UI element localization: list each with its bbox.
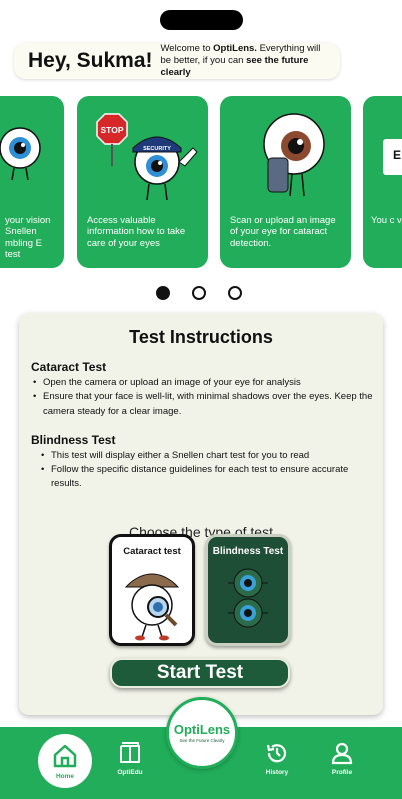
cataract-test-label: Cataract test — [123, 546, 181, 557]
cataract-test-option[interactable]: Cataract test — [109, 534, 195, 646]
carousel-pagination — [156, 286, 242, 300]
detective-eye-icon — [124, 573, 180, 641]
feature-carousel[interactable]: your vision Snellen mbling E test STOP S… — [0, 96, 402, 268]
home-icon — [53, 744, 77, 768]
profile-icon — [331, 742, 353, 765]
blindness-test-option[interactable]: Blindness Test — [205, 534, 291, 646]
carousel-card-cataract-scan[interactable]: Scan or upload an image of your eye for … — [220, 96, 351, 268]
blindness-test-label: Blindness Test — [212, 546, 284, 557]
welcome-text: Welcome to — [160, 43, 211, 55]
list-item: Follow the specific distance guidelines … — [41, 463, 373, 492]
welcome-message: Welcome to OptiLens. Everything will be … — [161, 43, 330, 79]
greeting-banner: Hey, Sukma! Welcome to OptiLens. Everyth… — [14, 43, 340, 79]
phone-eye-mascot-icon — [220, 104, 351, 204]
carousel-card-vision-test-next[interactable]: E You c visio Snelle Tumbl — [363, 96, 402, 268]
brand-tagline: See the Future Clearly — [179, 738, 225, 743]
carousel-card-education[interactable]: STOP SECURITY Access valuable informatio… — [77, 96, 208, 268]
test-instructions-panel: Test Instructions Cataract Test Open the… — [19, 313, 383, 715]
device-notch — [160, 10, 243, 30]
welcome-brand: OptiLens. — [213, 43, 257, 55]
carousel-card-text: Access valuable information how to take … — [87, 215, 186, 249]
cataract-instructions-list: Open the camera or upload an image of yo… — [33, 376, 373, 419]
nav-history-label: History — [265, 769, 289, 776]
nav-profile[interactable]: Profile — [317, 741, 367, 776]
blindness-instructions-list: This test will display either a Snellen … — [41, 449, 373, 492]
test-type-selector: Cataract test Blindness Test — [109, 534, 291, 646]
security-cap-text: SECURITY — [143, 146, 171, 152]
snellen-chart-icon: E — [363, 104, 402, 204]
history-icon — [266, 744, 287, 763]
carousel-card-text: Scan or upload an image of your eye for … — [230, 215, 336, 249]
brand-name: OptiLens — [173, 722, 231, 737]
list-item: Ensure that your face is well-lit, with … — [33, 390, 373, 419]
greeting-prefix: Hey, — [28, 49, 71, 72]
nav-optiedu-label: OptiEdu — [117, 769, 143, 776]
carousel-dot-2[interactable] — [192, 286, 206, 300]
eye-stack-icon — [228, 568, 268, 628]
list-item: This test will display either a Snellen … — [41, 449, 373, 464]
security-eye-mascot-icon: STOP SECURITY — [77, 104, 208, 204]
optilens-center-logo[interactable]: OptiLens See the Future Clearly — [166, 697, 238, 769]
nav-home-label: Home — [55, 773, 75, 780]
carousel-card-text: your vision Snellen mbling E test — [5, 215, 51, 261]
nav-profile-label: Profile — [331, 769, 353, 776]
stop-sign-text: STOP — [100, 125, 123, 135]
nav-optiedu[interactable]: OptiEdu — [105, 741, 155, 776]
list-item: Open the camera or upload an image of yo… — [33, 376, 373, 391]
cataract-section-title: Cataract Test — [31, 360, 107, 374]
nav-history[interactable]: History — [252, 741, 302, 776]
blindness-section-title: Blindness Test — [31, 432, 116, 447]
carousel-card-vision-test[interactable]: your vision Snellen mbling E test — [0, 96, 64, 268]
eye-mascot-icon — [0, 104, 64, 204]
carousel-dot-3[interactable] — [228, 286, 242, 300]
carousel-dot-1[interactable] — [156, 286, 170, 300]
book-icon — [120, 742, 140, 763]
user-name: Sukma! — [76, 49, 153, 72]
svg-text:E: E — [393, 148, 401, 162]
carousel-card-text: You c visio Snelle Tumbl — [371, 215, 402, 226]
instructions-title: Test Instructions — [129, 327, 273, 347]
nav-home[interactable]: Home — [38, 734, 92, 788]
greeting-title: Hey, Sukma! — [28, 49, 153, 73]
start-test-button[interactable]: Start Test — [110, 658, 290, 688]
